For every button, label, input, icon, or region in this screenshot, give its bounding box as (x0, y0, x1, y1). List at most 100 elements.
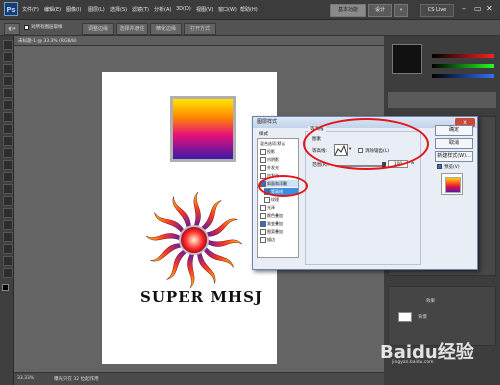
preview-checkbox[interactable] (437, 164, 442, 169)
menu-edit[interactable]: 编辑(E) (44, 6, 61, 13)
style-label: 光泽 (267, 205, 275, 210)
style-checkbox[interactable] (260, 221, 266, 227)
style-checkbox[interactable] (260, 237, 266, 243)
new-style-button[interactable]: 新建样式(W)... (435, 151, 473, 162)
minimize-icon[interactable]: – (462, 4, 466, 13)
color-ramp[interactable] (388, 92, 496, 108)
brush-tool-icon[interactable] (3, 124, 13, 134)
lasso-tool-icon[interactable] (3, 64, 13, 74)
refine-button[interactable]: 精化边缘 (150, 23, 182, 35)
dodge-tool-icon[interactable] (3, 196, 13, 206)
menu-analysis[interactable]: 分析(A) (154, 6, 171, 13)
style-item-satin[interactable]: 光泽 (260, 204, 298, 211)
layer-effect-label: 效果 (426, 299, 435, 304)
red-slider[interactable] (432, 54, 494, 58)
style-item-texture[interactable]: 纹理 (264, 196, 298, 203)
style-label: 渐变叠加 (267, 221, 283, 226)
more-workspaces-button[interactable]: » (394, 4, 408, 17)
style-item-pattern-overlay[interactable]: 图案叠加 (260, 228, 298, 235)
path-select-tool-icon[interactable] (3, 232, 13, 242)
gradient-square (170, 96, 236, 162)
stamp-tool-icon[interactable] (3, 136, 13, 146)
style-checkbox[interactable] (260, 165, 266, 171)
photoshop-logo: Ps (4, 2, 18, 16)
gradient-tool-icon[interactable] (3, 172, 13, 182)
annotation-ring-contour-item (258, 175, 308, 197)
zoom-level[interactable]: 33.33% (17, 376, 34, 381)
open-with-button[interactable]: 打开方式 (184, 23, 216, 35)
ok-button[interactable]: 确定 (435, 125, 473, 136)
pen-tool-icon[interactable] (3, 208, 13, 218)
sample-all-label: 对所有图层取样 (31, 25, 63, 30)
document-tab-bar: 未标题-1 @ 33.3% (RGB/8) (14, 36, 384, 46)
crop-tool-icon[interactable] (3, 88, 13, 98)
sample-all-checkbox[interactable] (24, 25, 29, 30)
style-checkbox[interactable] (260, 157, 266, 163)
menu-layer[interactable]: 图层(L) (88, 6, 105, 13)
cancel-button[interactable]: 取消 (435, 138, 473, 149)
style-item-inner-shadow[interactable]: 内阴影 (260, 156, 298, 163)
status-bar: 33.33% 曝光只在 32 位起作用 (14, 372, 384, 385)
menu-bar: Ps 文件(F) 编辑(E) 图像(I) 图层(L) 选择(S) 滤镜(T) 分… (0, 0, 500, 20)
style-checkbox[interactable] (260, 149, 266, 155)
restore-icon[interactable]: ▭ (474, 4, 482, 13)
menu-help[interactable]: 帮助(H) (240, 6, 258, 13)
eyedropper-tool-icon[interactable] (3, 100, 13, 110)
style-item-stroke[interactable]: 描边 (260, 236, 298, 243)
cs-live-button[interactable]: CS Live (420, 4, 454, 17)
menu-filter[interactable]: 滤镜(T) (132, 6, 149, 13)
style-preview-swatch (445, 177, 461, 193)
menu-file[interactable]: 文件(F) (22, 6, 39, 13)
styles-header: 样式 (259, 132, 268, 137)
style-label: 描边 (267, 237, 275, 242)
style-item-gradient-overlay[interactable]: 渐变叠加 (260, 220, 298, 227)
toolbox (0, 36, 14, 385)
menu-select[interactable]: 选择(S) (110, 6, 127, 13)
marquee-tool-icon[interactable] (3, 52, 13, 62)
style-item-drop-shadow[interactable]: 投影 (260, 148, 298, 155)
style-item-blending[interactable]: 混合选项:默认 (260, 140, 298, 147)
select-mask-button[interactable]: 选择并遮住 (116, 23, 148, 35)
document-tab[interactable]: 未标题-1 @ 33.3% (RGB/8) (18, 38, 77, 44)
zoom-tool-icon[interactable] (3, 268, 13, 278)
style-label: 混合选项:默认 (260, 141, 286, 146)
style-label: 外发光 (267, 165, 279, 170)
menu-3d[interactable]: 3D(D) (176, 6, 191, 12)
style-label: 颜色叠加 (267, 213, 283, 218)
menu-view[interactable]: 视图(V) (196, 6, 213, 13)
shape-tool-icon[interactable] (3, 244, 13, 254)
style-item-outer-glow[interactable]: 外发光 (260, 164, 298, 171)
history-brush-tool-icon[interactable] (3, 148, 13, 158)
color-panel-swatch[interactable] (392, 44, 422, 74)
magic-wand-tool-icon[interactable] (3, 76, 13, 86)
style-checkbox[interactable] (264, 197, 270, 203)
move-tool-icon[interactable] (3, 40, 13, 50)
status-text: 曝光只在 32 位起作用 (54, 377, 99, 382)
tool-preset-picker[interactable]: ◐▾ (4, 23, 20, 35)
refine-edge-button[interactable]: 调整边缘 (82, 23, 114, 35)
style-label: 内阴影 (267, 157, 279, 162)
annotation-ring-settings (303, 118, 429, 170)
style-preview-thumbnail (441, 173, 463, 195)
menu-window[interactable]: 窗口(W) (218, 6, 237, 13)
styles-list: 混合选项:默认 投影 内阴影 外发光 内发光 斜面和浮雕 等高线 纹理 光泽 颜… (257, 138, 299, 258)
style-item-color-overlay[interactable]: 颜色叠加 (260, 212, 298, 219)
workspace-essentials-button[interactable]: 基本功能 (330, 4, 366, 17)
style-checkbox[interactable] (260, 229, 266, 235)
layer-thumbnail[interactable] (398, 312, 412, 322)
blur-tool-icon[interactable] (3, 184, 13, 194)
workspace-design-button[interactable]: 设计 (368, 4, 392, 17)
style-checkbox[interactable] (260, 205, 266, 211)
close-icon[interactable]: ✕ (486, 4, 493, 13)
eraser-tool-icon[interactable] (3, 160, 13, 170)
blue-slider[interactable] (432, 74, 494, 78)
foreground-color-swatch[interactable] (2, 284, 9, 291)
green-slider[interactable] (432, 64, 494, 68)
background-layer-name[interactable]: 背景 (418, 314, 427, 320)
type-tool-icon[interactable] (3, 220, 13, 230)
hand-tool-icon[interactable] (3, 256, 13, 266)
menu-image[interactable]: 图像(I) (66, 6, 81, 13)
options-bar: ◐▾ 对所有图层取样 调整边缘 选择并遮住 精化边缘 打开方式 (0, 20, 500, 36)
style-checkbox[interactable] (260, 213, 266, 219)
healing-tool-icon[interactable] (3, 112, 13, 122)
